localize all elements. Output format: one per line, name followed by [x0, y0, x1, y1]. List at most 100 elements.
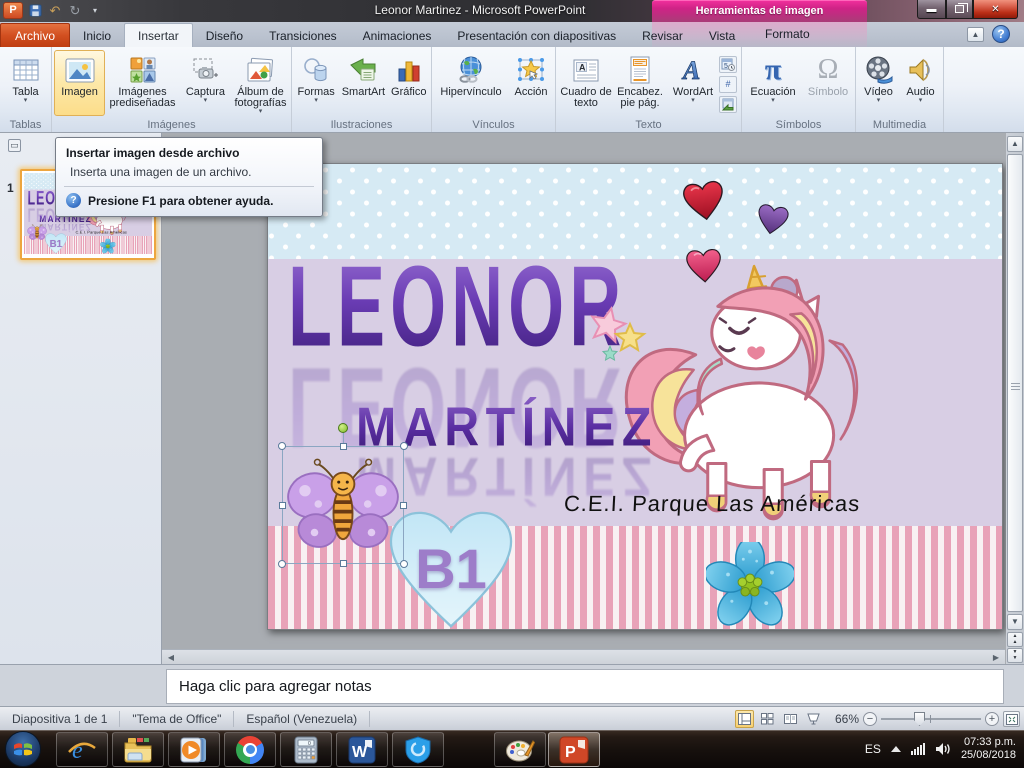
chart-button[interactable]: Gráfico — [389, 50, 429, 116]
hyperlink-button[interactable]: Hipervínculo — [434, 50, 508, 116]
windows-logo-icon — [14, 743, 32, 756]
zoom-slider-thumb[interactable] — [914, 712, 925, 726]
horizontal-scrollbar[interactable]: ◀ ▶ — [162, 649, 1005, 664]
equation-button[interactable]: π Ecuación — [744, 50, 802, 116]
insert-table-button[interactable]: Tabla — [12, 50, 40, 116]
wordart-button[interactable]: A WordArt — [668, 50, 718, 116]
insert-picture-button[interactable]: Imagen — [54, 50, 106, 116]
group-label-simbolos: Símbolos — [775, 119, 822, 131]
previous-slide-button[interactable]: ▲ ▲ — [1007, 632, 1023, 647]
resize-handle-w[interactable] — [279, 502, 286, 509]
resize-handle-ne[interactable] — [400, 442, 408, 450]
vertical-scrollbar[interactable]: ▲ ▼ ▲ ▲ ▼ ▼ — [1006, 133, 1024, 664]
slide-canvas[interactable]: LEONOR LEONOR — [267, 163, 1003, 630]
scroll-down-icon[interactable]: ▼ — [1007, 614, 1023, 630]
group-badge-text[interactable]: B1 — [386, 536, 516, 601]
taskbar-internet-explorer[interactable]: e — [56, 732, 108, 767]
help-button[interactable]: ? — [992, 25, 1010, 43]
taskbar-media-player[interactable] — [168, 732, 220, 767]
resize-handle-e[interactable] — [400, 502, 407, 509]
tab-animaciones[interactable]: Animaciones — [350, 25, 445, 47]
school-name-text[interactable]: C.E.I. Parque Las Américas — [75, 230, 131, 235]
zoom-slider[interactable] — [881, 712, 981, 726]
tab-presentacion[interactable]: Presentación con diapositivas — [444, 25, 629, 47]
scrollbar-thumb[interactable] — [1007, 154, 1023, 612]
resize-handle-sw[interactable] — [278, 560, 286, 568]
audio-button[interactable]: Audio — [900, 50, 941, 116]
taskbar-hotspot-shield[interactable] — [392, 732, 444, 767]
slideshow-view-button[interactable] — [804, 710, 823, 728]
zoom-out-button[interactable]: − — [863, 712, 877, 726]
purple-heart-image[interactable] — [755, 202, 790, 236]
tab-insertar[interactable]: Insertar — [124, 23, 193, 47]
taskbar-powerpoint[interactable]: P — [548, 732, 600, 767]
network-icon[interactable] — [910, 743, 925, 755]
shapes-button[interactable]: Formas — [294, 50, 338, 116]
photo-album-button[interactable]: Álbum de fotografías — [232, 50, 289, 116]
normal-view-button[interactable] — [734, 710, 754, 728]
flower-image[interactable] — [100, 238, 116, 254]
scroll-up-icon[interactable]: ▲ — [1007, 136, 1023, 152]
textbox-button[interactable]: A Cuadro de texto — [560, 50, 612, 116]
symbol-button[interactable]: Ω Símbolo — [803, 50, 853, 116]
insert-object-icon[interactable] — [719, 95, 737, 113]
red-heart-image[interactable] — [681, 178, 727, 222]
school-name-text[interactable]: C.E.I. Parque Las Américas — [563, 491, 884, 517]
status-slide-info[interactable]: Diapositiva 1 de 1 — [0, 710, 121, 727]
header-footer-button[interactable]: Encabez. pie pág. — [613, 50, 667, 116]
resize-handle-se[interactable] — [400, 560, 408, 568]
next-slide-button[interactable]: ▼ ▼ — [1007, 648, 1023, 663]
media-player-icon — [180, 737, 206, 762]
tab-formato[interactable]: Formato — [752, 23, 823, 45]
tab-vista[interactable]: Vista — [696, 25, 748, 47]
resize-handle-n[interactable] — [340, 443, 347, 450]
thumb-grip — [1011, 383, 1020, 391]
taskbar-windows-explorer[interactable] — [112, 732, 164, 767]
video-button[interactable]: Vídeo — [858, 50, 899, 116]
volume-icon[interactable] — [935, 742, 951, 756]
status-language[interactable]: Español (Venezuela) — [234, 710, 371, 727]
selection-box[interactable] — [278, 423, 408, 568]
slide-number-icon[interactable]: # — [719, 75, 737, 93]
status-theme[interactable]: "Tema de Office" — [120, 710, 235, 727]
language-indicator[interactable]: ES — [865, 742, 881, 756]
rotation-handle[interactable] — [338, 423, 348, 433]
group-badge-text[interactable]: B1 — [45, 238, 68, 249]
scroll-right-icon[interactable]: ▶ — [989, 651, 1003, 664]
resize-handle-s[interactable] — [340, 560, 347, 567]
collapse-panel-button[interactable]: ▭ — [8, 139, 21, 152]
restore-button[interactable] — [946, 0, 973, 19]
resize-handle-nw[interactable] — [278, 442, 286, 450]
reading-view-button[interactable] — [781, 710, 800, 728]
tab-inicio[interactable]: Inicio — [70, 25, 124, 47]
clock[interactable]: 07:33 p.m. 25/08/2018 — [961, 736, 1016, 762]
taskbar-chrome[interactable] — [224, 732, 276, 767]
zoom-percentage[interactable]: 66% — [835, 712, 859, 726]
notes-panel[interactable]: Haga clic para agregar notas — [166, 669, 1004, 704]
word-icon: W — [348, 736, 376, 763]
scroll-left-icon[interactable]: ◀ — [164, 651, 178, 664]
taskbar-word[interactable]: W — [336, 732, 388, 767]
tab-archivo[interactable]: Archivo — [0, 23, 71, 47]
zoom-in-button[interactable]: + — [985, 712, 999, 726]
action-button[interactable]: Acción — [509, 50, 553, 116]
smartart-button[interactable]: SmartArt — [339, 50, 387, 116]
taskbar-calculator[interactable]: 0 — [280, 732, 332, 767]
butterfly-image[interactable] — [27, 223, 47, 241]
date-time-icon[interactable]: 5 — [719, 55, 737, 73]
svg-text:0: 0 — [308, 741, 311, 747]
taskbar-paint[interactable] — [494, 732, 546, 767]
flower-image[interactable] — [706, 542, 794, 628]
tab-revisar[interactable]: Revisar — [629, 25, 696, 47]
tab-diseno[interactable]: Diseño — [193, 25, 256, 47]
tab-transiciones[interactable]: Transiciones — [256, 25, 350, 47]
minimize-button[interactable]: ▬ — [917, 0, 946, 19]
show-hidden-icons-button[interactable] — [890, 746, 901, 752]
collapse-ribbon-button[interactable]: ▲ — [967, 27, 984, 42]
slide-sorter-view-button[interactable] — [758, 710, 777, 728]
fit-to-window-button[interactable] — [1003, 711, 1020, 727]
close-button[interactable]: ✕ — [973, 0, 1018, 19]
screenshot-button[interactable]: Captura — [180, 50, 231, 116]
start-button[interactable] — [5, 731, 41, 767]
clipart-button[interactable]: Imágenes prediseñadas — [106, 50, 179, 116]
